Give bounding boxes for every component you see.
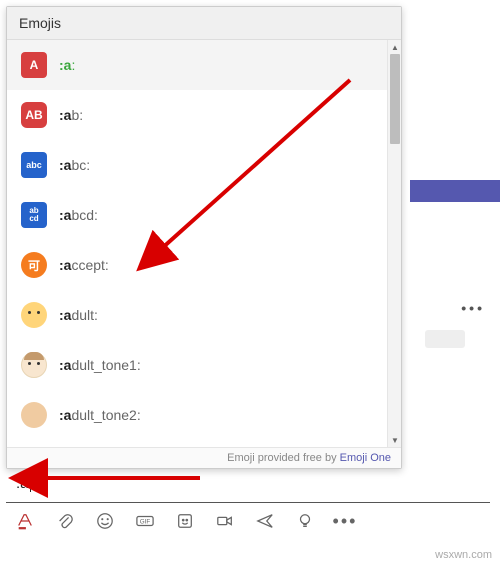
chat-message-preview: ••• <box>410 300 490 360</box>
sticker-icon[interactable] <box>176 512 194 530</box>
scrollbar[interactable]: ▲ ▼ <box>387 40 401 447</box>
accept-emoji-icon: 可 <box>21 252 47 278</box>
popup-body: A :a: AB :ab: abc :abc: ab cd :abcd: 可 :… <box>7 40 401 447</box>
attach-icon[interactable] <box>56 512 74 530</box>
emoji-picker-popup: Emojis A :a: AB :ab: abc :abc: ab cd :ab… <box>6 6 402 469</box>
emoji-row-ab[interactable]: AB :ab: <box>7 90 387 140</box>
emoji-icon[interactable] <box>96 512 114 530</box>
emoji-code: :abc: <box>59 157 90 173</box>
compose-text: :a <box>16 475 29 492</box>
emoji-list: A :a: AB :ab: abc :abc: ab cd :abcd: 可 :… <box>7 40 387 447</box>
meet-now-icon[interactable] <box>216 512 234 530</box>
emoji-code: :abcd: <box>59 207 98 223</box>
emoji-one-link[interactable]: Emoji One <box>340 452 391 464</box>
footer-text: Emoji provided free by <box>227 452 340 464</box>
more-icon[interactable]: ••• <box>336 512 354 530</box>
emoji-row-a[interactable]: A :a: <box>7 40 387 90</box>
text-cursor <box>30 476 31 492</box>
adult-tone2-emoji-icon <box>21 402 47 428</box>
adult-tone1-emoji-icon <box>21 352 47 378</box>
message-bubble <box>425 330 465 348</box>
emoji-code: :accept: <box>59 257 109 273</box>
message-more-icon[interactable]: ••• <box>461 300 485 316</box>
watermark: wsxwn.com <box>435 549 492 561</box>
send-icon[interactable] <box>256 512 274 530</box>
a-emoji-icon: A <box>21 52 47 78</box>
emoji-row-accept[interactable]: 可 :accept: <box>7 240 387 290</box>
format-icon[interactable] <box>16 512 34 530</box>
emoji-code: :adult: <box>59 307 98 323</box>
compose-input[interactable]: :a <box>6 469 490 503</box>
compose-toolbar: GIF ••• <box>6 503 490 539</box>
emoji-code: :adult_tone1: <box>59 357 141 373</box>
ab-emoji-icon: AB <box>21 102 47 128</box>
gif-icon[interactable]: GIF <box>136 512 154 530</box>
svg-text:GIF: GIF <box>140 519 151 526</box>
emoji-code: :ab: <box>59 107 83 123</box>
emoji-row-abc[interactable]: abc :abc: <box>7 140 387 190</box>
emoji-code: :a: <box>59 57 75 73</box>
scrollbar-thumb[interactable] <box>390 54 400 144</box>
scroll-up-icon[interactable]: ▲ <box>388 40 401 54</box>
popup-title: Emojis <box>7 7 401 40</box>
emoji-row-adult-tone1[interactable]: :adult_tone1: <box>7 340 387 390</box>
emoji-row-abcd[interactable]: ab cd :abcd: <box>7 190 387 240</box>
bulb-icon[interactable] <box>296 512 314 530</box>
scroll-down-icon[interactable]: ▼ <box>388 433 401 447</box>
popup-footer: Emoji provided free by Emoji One <box>7 447 401 468</box>
adult-emoji-icon <box>21 302 47 328</box>
emoji-row-adult-tone2[interactable]: :adult_tone2: <box>7 390 387 440</box>
abc-emoji-icon: abc <box>21 152 47 178</box>
chat-separator-bar <box>410 180 500 202</box>
emoji-code: :adult_tone2: <box>59 407 141 423</box>
emoji-row-adult[interactable]: :adult: <box>7 290 387 340</box>
abcd-emoji-icon: ab cd <box>21 202 47 228</box>
